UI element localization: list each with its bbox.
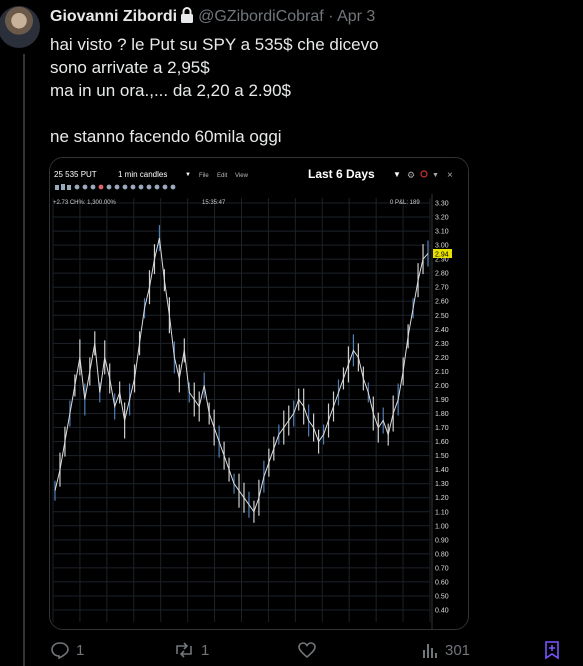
tweet-date[interactable]: Apr 3	[337, 8, 375, 25]
tweet-text: hai visto ? le Put su SPY a 535$ che dic…	[50, 33, 379, 148]
y-tick-label: 1.20	[435, 495, 449, 502]
y-tick-label: 2.70	[435, 285, 449, 292]
y-tick-label: 3.20	[435, 215, 449, 222]
tweet-line: ma in un ora.,... da 2,20 a 2.90$	[50, 81, 291, 100]
bookmark-icon	[543, 640, 561, 660]
y-tick-label: 1.10	[435, 509, 449, 516]
y-tick-label: 2.40	[435, 327, 449, 334]
heart-icon	[297, 640, 317, 660]
y-tick-label: 1.30	[435, 481, 449, 488]
views-button[interactable]: 301	[421, 640, 470, 660]
y-tick-label: 1.40	[435, 467, 449, 474]
tweet-header: Giovanni Zibordi @GZibordiCobraf · Apr 3	[50, 7, 375, 28]
reply-count: 1	[76, 641, 85, 659]
interval-label: 1 min candles	[118, 170, 167, 179]
y-tick-label: 0.90	[435, 537, 449, 544]
y-tick-label: 2.00	[435, 383, 449, 390]
y-tick-label: 2.60	[435, 299, 449, 306]
tweet-line: ne stanno facendo 60mila oggi	[50, 127, 282, 146]
y-tick-label: 2.20	[435, 355, 449, 362]
reply-button[interactable]: 1	[50, 640, 84, 660]
tweet-line	[50, 102, 379, 125]
last-price-label: 2.94	[435, 252, 449, 259]
change-label: +2.73 CH%: 1,300.00%	[53, 200, 117, 206]
y-tick-label: 3.00	[435, 243, 449, 250]
dropdown-icon: ▼	[432, 172, 439, 179]
range-chevron-icon: ▼	[393, 170, 401, 179]
avatar[interactable]	[0, 6, 40, 48]
y-tick-label: 2.30	[435, 341, 449, 348]
retweet-icon	[173, 640, 195, 660]
views-count: 301	[445, 641, 471, 659]
reply-icon	[50, 640, 70, 660]
menu-view: View	[235, 173, 249, 179]
retweet-button[interactable]: 1	[173, 640, 209, 660]
tweet-line: sono arrivate a 2,95$	[50, 58, 210, 77]
y-tick-label: 0.50	[435, 593, 449, 600]
bookmark-button[interactable]	[543, 640, 561, 660]
y-tick-label: 1.50	[435, 453, 449, 460]
price-chart: 25 535 PUT 1 min candles ▼ File Edit Vie…	[50, 158, 468, 629]
range-label: Last 6 Days	[308, 167, 375, 181]
y-tick-label: 1.00	[435, 523, 449, 530]
analytics-icon	[421, 640, 439, 660]
y-tick-label: 2.80	[435, 271, 449, 278]
tweet-line: hai visto ? le Put su SPY a 535$ che dic…	[50, 35, 379, 54]
y-tick-label: 1.90	[435, 397, 449, 404]
gear-icon: ⚙	[407, 170, 415, 180]
chart-image[interactable]: 25 535 PUT 1 min candles ▼ File Edit Vie…	[49, 157, 469, 630]
y-tick-label: 0.60	[435, 579, 449, 586]
retweet-count: 1	[201, 641, 210, 659]
tweet-actions: 1 1 301	[0, 640, 583, 666]
close-icon: ×	[447, 170, 453, 181]
y-tick-label: 3.10	[435, 229, 449, 236]
y-tick-label: 1.80	[435, 411, 449, 418]
author-name[interactable]: Giovanni Zibordi	[50, 8, 177, 25]
interval-chevron-icon: ▼	[185, 172, 191, 178]
thread-line	[23, 54, 25, 666]
y-tick-label: 0.80	[435, 551, 449, 558]
y-tick-label: 2.50	[435, 313, 449, 320]
pl-label: 0 P&L: 189	[390, 200, 420, 206]
author-handle[interactable]: @GZibordiCobraf	[198, 8, 324, 25]
y-tick-label: 1.60	[435, 439, 449, 446]
y-tick-label: 0.70	[435, 565, 449, 572]
y-tick-label: 1.70	[435, 425, 449, 432]
lock-icon	[180, 7, 194, 28]
menu-file: File	[199, 173, 209, 179]
separator-dot: ·	[328, 8, 334, 25]
symbol-label: 25 535 PUT	[54, 170, 97, 179]
y-tick-label: 2.10	[435, 369, 449, 376]
time-label: 15:35:47	[202, 200, 226, 206]
like-button[interactable]	[297, 640, 323, 660]
menu-edit: Edit	[217, 173, 228, 179]
y-tick-label: 0.40	[435, 608, 449, 615]
y-tick-label: 3.30	[435, 201, 449, 208]
